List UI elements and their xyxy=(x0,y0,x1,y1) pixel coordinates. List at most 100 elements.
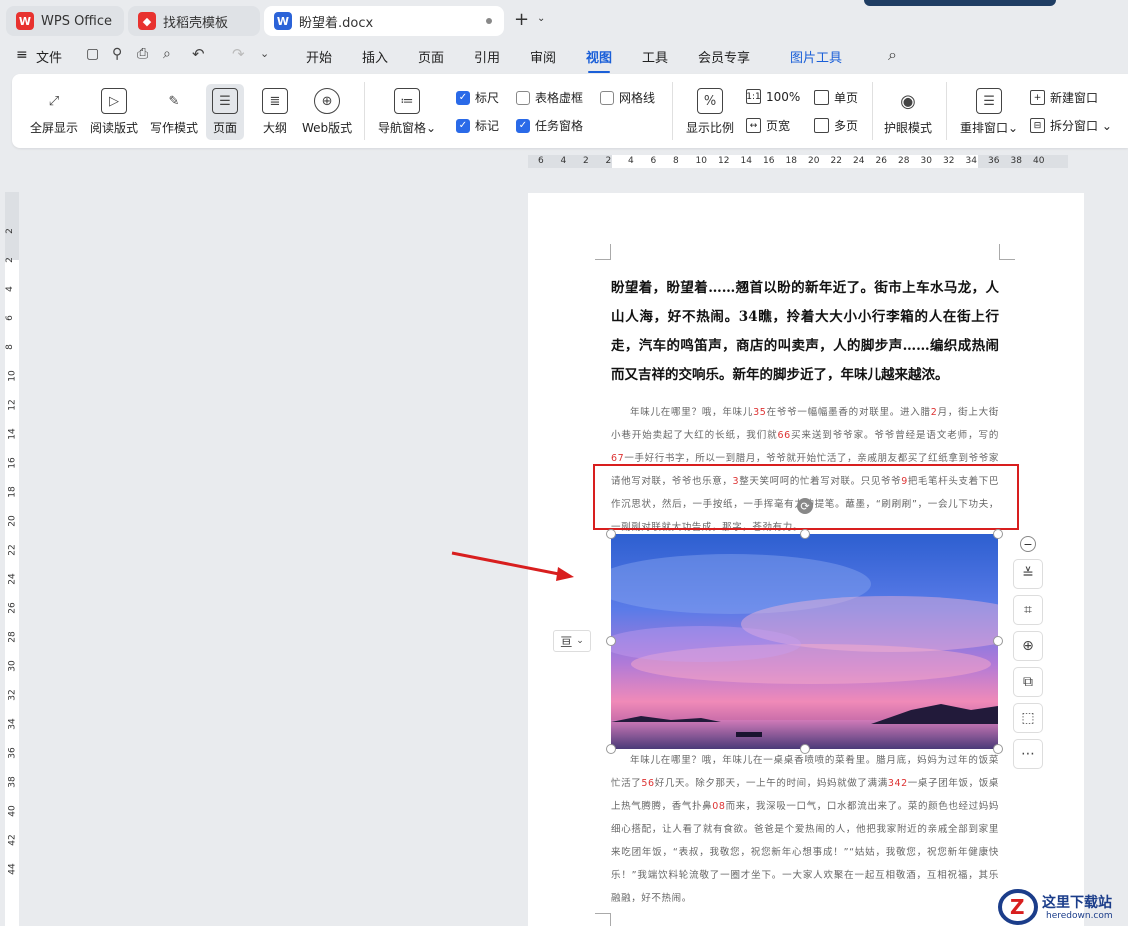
sunset-photo xyxy=(611,534,998,749)
select-frame-icon[interactable]: ⬚ xyxy=(1013,703,1043,733)
margin-mark-top-right xyxy=(999,244,1015,260)
btn-single-page[interactable]: 单页 xyxy=(814,89,858,106)
check-ruler[interactable]: ✓ 标尺 xyxy=(456,89,499,106)
reading-icon: ▷ xyxy=(101,88,127,114)
redo-icon[interactable]: ↷ xyxy=(232,45,245,63)
btn-100[interactable]: 1:1 100% xyxy=(746,89,800,104)
ruler-tick-label: 32 xyxy=(943,156,955,166)
menu-tools[interactable]: 工具 xyxy=(642,47,668,66)
btn-split-window[interactable]: ⊟ 拆分窗口 ⌄ xyxy=(1030,117,1112,134)
text-wrap-button[interactable]: 亘 ⌄ xyxy=(553,630,591,652)
menu-member[interactable]: 会员专享 xyxy=(698,47,750,66)
ruler-tick-label: 34 xyxy=(965,156,977,166)
tab-wps-label: WPS Office xyxy=(41,13,113,29)
svg-text:Z: Z xyxy=(1010,895,1025,919)
menu-picture-tools[interactable]: 图片工具 xyxy=(790,47,842,66)
menu-file[interactable]: 文件 xyxy=(36,47,62,66)
tab-list-chevron-icon[interactable]: ⌄ xyxy=(537,13,545,24)
tab-document[interactable]: W 盼望着.docx xyxy=(264,6,504,36)
btn-writing[interactable]: ✎ 写作模式 xyxy=(144,84,204,140)
tab-document-label: 盼望着.docx xyxy=(299,15,374,31)
rotate-handle-icon[interactable]: ⟳ xyxy=(797,498,813,514)
btn-writing-label: 写作模式 xyxy=(150,121,199,135)
zoom-in-icon[interactable]: ⊕ xyxy=(1013,631,1043,661)
btn-multi-page[interactable]: 多页 xyxy=(814,117,858,134)
menu-references[interactable]: 引用 xyxy=(474,47,500,66)
rotate-copy-icon[interactable]: ⧉ xyxy=(1013,667,1043,697)
ruler-tick-label: 2 xyxy=(4,228,15,234)
menu-page[interactable]: 页面 xyxy=(418,47,444,66)
wrap-icon: 亘 xyxy=(560,634,573,649)
checkbox-marks[interactable]: ✓ xyxy=(456,118,470,133)
resize-handle-bl[interactable] xyxy=(606,744,616,754)
resize-handle-br[interactable] xyxy=(993,744,1003,754)
ruler-tick-label: 42 xyxy=(7,834,18,846)
ruler-tick-label: 14 xyxy=(740,156,752,166)
btn-eye-mode[interactable]: ◉ 护眼模式 xyxy=(878,84,938,140)
hamburger-icon[interactable]: ≡ xyxy=(16,47,28,63)
new-window-icon: + xyxy=(1030,90,1045,105)
more-icon[interactable]: ⋯ xyxy=(1013,739,1043,769)
vertical-ruler[interactable]: 2 2 4 6 8 10 12 14 16 18 20 22 24 26 28 30 32 34 36 38 40 42 4… xyxy=(5,192,19,926)
btn-reading[interactable]: ▷ 阅读版式 xyxy=(84,84,144,140)
percent-icon: % xyxy=(697,88,723,114)
undo-icon[interactable]: ↶ xyxy=(192,45,205,63)
menu-insert[interactable]: 插入 xyxy=(362,47,388,66)
btn-fullscreen[interactable]: ⤢ 全屏显示 xyxy=(24,84,84,140)
btn-outline[interactable]: ≣ 大纲 xyxy=(256,84,294,140)
save-icon[interactable]: ▢ xyxy=(86,46,99,62)
single-page-icon xyxy=(814,90,829,105)
check-task-pane[interactable]: ✓ 任务窗格 xyxy=(516,117,583,134)
btn-nav-pane[interactable]: ≔ 导航窗格⌄ xyxy=(372,84,442,140)
ruler-tick-label: 12 xyxy=(7,399,18,411)
ruler-tick-label: 36 xyxy=(7,747,18,759)
check-gridlines[interactable]: 网格线 xyxy=(600,89,655,106)
body-paragraph-2[interactable]: 年味儿在哪里？哦，年味儿在一桌桌香喷喷的菜肴里。腊月底，妈妈为过年的饭菜忙活了5… xyxy=(611,749,999,910)
checkbox-task-pane[interactable]: ✓ xyxy=(516,118,530,133)
check-marks[interactable]: ✓ 标记 xyxy=(456,117,499,134)
print-icon[interactable]: ⎙ xyxy=(137,46,148,62)
btn-page-width[interactable]: ↔ 页宽 xyxy=(746,117,790,134)
btn-zoom-ratio-label: 显示比例 xyxy=(686,121,735,135)
horizontal-ruler[interactable]: 6 4 2 2 4 6 8 10 12 14 16 18 20 22 24 26 28 30 32 34 36 38 40 xyxy=(528,155,1068,168)
btn-page-view[interactable]: ☰ 页面 xyxy=(206,84,244,140)
btn-web[interactable]: ⊕ Web版式 xyxy=(296,84,358,140)
tab-wps-office[interactable]: W WPS Office xyxy=(6,6,124,36)
check-table-grid[interactable]: 表格虚框 xyxy=(516,89,583,106)
btn-zoom-ratio[interactable]: % 显示比例 xyxy=(680,84,740,140)
resize-handle-mr[interactable] xyxy=(993,636,1003,646)
crop-icon[interactable]: ⌗ xyxy=(1013,595,1043,625)
menu-review[interactable]: 审阅 xyxy=(530,47,556,66)
checkbox-ruler[interactable]: ✓ xyxy=(456,90,470,105)
ruler-tick-label: 38 xyxy=(7,776,18,788)
btn-page-width-label: 页宽 xyxy=(766,119,791,133)
resize-handle-tl[interactable] xyxy=(606,529,616,539)
resize-handle-tr[interactable] xyxy=(993,529,1003,539)
selected-image[interactable] xyxy=(611,534,998,749)
new-tab-icon[interactable]: + xyxy=(514,9,529,30)
heading-paragraph[interactable]: 盼望着，盼望着……翘首以盼的新年近了。街市上车水马龙，人山人海，好不热闹。34瞧… xyxy=(611,274,999,390)
ruler-tick-label: 2 xyxy=(583,156,589,166)
checkbox-table-grid[interactable] xyxy=(516,90,530,105)
quick-access-chevron-icon[interactable]: ⌄ xyxy=(260,47,269,60)
layout-options-icon[interactable]: ≚ xyxy=(1013,559,1043,589)
resize-handle-tm[interactable] xyxy=(800,529,810,539)
collapse-minus-icon[interactable]: − xyxy=(1020,536,1036,552)
btn-rearrange[interactable]: ☰ 重排窗口⌄ xyxy=(954,84,1024,140)
menu-view[interactable]: 视图 xyxy=(586,47,612,73)
resize-handle-ml[interactable] xyxy=(606,636,616,646)
btn-split-window-label: 拆分窗口 ⌄ xyxy=(1050,119,1112,133)
top-bar-button[interactable] xyxy=(864,0,1056,6)
btn-new-window[interactable]: + 新建窗口 xyxy=(1030,89,1098,106)
divider xyxy=(672,82,673,140)
search-icon[interactable]: ⌕ xyxy=(888,45,897,65)
checkbox-gridlines[interactable] xyxy=(600,90,614,105)
menu-home[interactable]: 开始 xyxy=(306,47,332,66)
resize-handle-bm[interactable] xyxy=(800,744,810,754)
ruler-tick-label: 20 xyxy=(808,156,820,166)
ruler-tick-label: 24 xyxy=(7,573,18,585)
ruler-tick-label: 2 xyxy=(4,257,15,263)
tab-template[interactable]: ◆ 找稻壳模板 xyxy=(128,6,260,36)
format-painter-icon[interactable]: ⚲ xyxy=(112,46,122,62)
print-preview-icon[interactable]: ⌕ xyxy=(163,46,171,62)
